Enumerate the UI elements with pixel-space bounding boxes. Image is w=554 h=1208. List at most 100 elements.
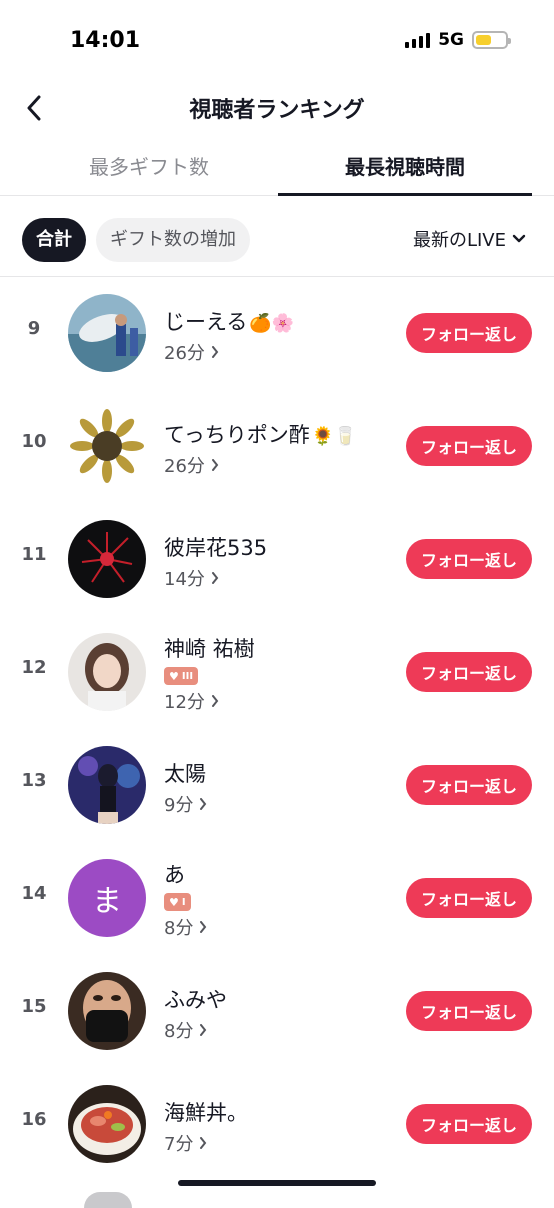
- username-emoji: 🌻🥛: [311, 426, 357, 447]
- chevron-right-icon: [200, 798, 207, 810]
- chevron-down-icon: [512, 234, 526, 243]
- list-item[interactable]: 12 神崎 祐樹 ♥ III 12分 フォロー返し: [0, 615, 554, 727]
- rank-number: 10: [21, 431, 47, 452]
- heart-icon: ♥: [169, 895, 179, 909]
- list-item[interactable]: 14 ま あ ♥ I 8分 フォロー返し: [0, 841, 554, 953]
- filter-gift-increase-chip[interactable]: ギフト数の増加: [96, 218, 250, 262]
- list-item[interactable]: 10 てっちりポン酢 🌻🥛 26分 フォロー返し: [0, 389, 554, 501]
- viewer-info: 神崎 祐樹 ♥ III 12分: [164, 633, 394, 714]
- list-item[interactable]: 9 じーえる 🍊🌸 26分 フォロー返し: [0, 276, 554, 388]
- page-title: 視聴者ランキング: [189, 98, 365, 123]
- rank-number: 16: [21, 1109, 47, 1130]
- viewer-info: あ ♥ I 8分: [164, 859, 394, 940]
- follow-back-button[interactable]: フォロー返し: [406, 539, 532, 579]
- viewer-info: 海鮮丼。 7分: [164, 1097, 394, 1156]
- rank-number: 9: [27, 318, 41, 339]
- avatar[interactable]: [68, 1085, 146, 1163]
- duration-text: 14分: [164, 569, 205, 590]
- duration-text: 8分: [164, 918, 194, 939]
- username: 海鮮丼。: [164, 1101, 248, 1125]
- viewer-info: ふみや 8分: [164, 984, 394, 1043]
- viewer-info: じーえる 🍊🌸 26分: [164, 306, 394, 365]
- rank-number: 12: [21, 657, 47, 678]
- tab-longest-watch-time[interactable]: 最長視聴時間: [278, 140, 532, 196]
- battery-icon: [472, 31, 511, 49]
- follow-back-button[interactable]: フォロー返し: [406, 765, 532, 805]
- username: じーえる: [164, 310, 248, 334]
- next-avatar-partial: [84, 1192, 132, 1208]
- follow-back-button[interactable]: フォロー返し: [406, 313, 532, 353]
- username: ふみや: [164, 988, 227, 1012]
- sort-dropdown[interactable]: 最新のLIVE: [413, 226, 526, 252]
- list-item[interactable]: 16 海鮮丼。 7分 フォロー返し: [0, 1067, 554, 1179]
- watch-duration[interactable]: 8分: [164, 1017, 394, 1043]
- chevron-right-icon: [200, 1024, 207, 1036]
- status-icons: 5G: [405, 30, 511, 50]
- username: あ: [164, 863, 185, 887]
- duration-text: 8分: [164, 1021, 194, 1042]
- duration-text: 12分: [164, 692, 205, 713]
- avatar[interactable]: [68, 746, 146, 824]
- follow-back-button[interactable]: フォロー返し: [406, 878, 532, 918]
- tab-most-gifts[interactable]: 最多ギフト数: [22, 140, 276, 196]
- chevron-right-icon: [211, 572, 219, 584]
- chevron-right-icon: [211, 346, 219, 358]
- username: 太陽: [164, 762, 206, 786]
- viewer-info: てっちりポン酢 🌻🥛 26分: [164, 419, 394, 478]
- tab-bar: 最多ギフト数 最長視聴時間: [0, 140, 554, 196]
- heart-icon: ♥: [169, 669, 179, 683]
- chevron-right-icon: [200, 921, 207, 933]
- follow-back-button[interactable]: フォロー返し: [406, 426, 532, 466]
- follow-back-button[interactable]: フォロー返し: [406, 1104, 532, 1144]
- home-indicator[interactable]: [178, 1180, 376, 1186]
- status-time: 14:01: [70, 28, 141, 53]
- avatar[interactable]: [68, 520, 146, 598]
- rank-number: 11: [21, 544, 47, 565]
- fan-level: I: [181, 896, 186, 908]
- chevron-right-icon: [211, 459, 219, 471]
- watch-duration[interactable]: 26分: [164, 452, 394, 478]
- status-bar: 14:01 5G: [0, 0, 554, 80]
- duration-text: 26分: [164, 343, 205, 364]
- follow-back-button[interactable]: フォロー返し: [406, 652, 532, 692]
- username-emoji: 🍊🌸: [249, 313, 295, 334]
- chevron-right-icon: [211, 695, 219, 707]
- avatar[interactable]: [68, 633, 146, 711]
- filter-total-chip[interactable]: 合計: [22, 218, 86, 262]
- rank-number: 15: [21, 996, 47, 1017]
- fan-level-badge: ♥ I: [164, 893, 191, 911]
- watch-duration[interactable]: 12分: [164, 688, 394, 714]
- rank-number: 13: [21, 770, 47, 791]
- avatar[interactable]: [68, 972, 146, 1050]
- duration-text: 7分: [164, 1134, 194, 1155]
- watch-duration[interactable]: 8分: [164, 914, 394, 940]
- avatar[interactable]: ま: [68, 859, 146, 937]
- viewer-info: 太陽 9分: [164, 758, 394, 817]
- fan-level: III: [181, 670, 194, 682]
- active-tab-indicator: [278, 193, 532, 196]
- chevron-right-icon: [200, 1137, 207, 1149]
- watch-duration[interactable]: 9分: [164, 791, 394, 817]
- username: 神崎 祐樹: [164, 637, 255, 661]
- avatar-initial: ま: [68, 859, 146, 937]
- list-item[interactable]: 15 ふみや 8分 フォロー返し: [0, 954, 554, 1066]
- avatar[interactable]: [68, 294, 146, 372]
- network-label: 5G: [438, 30, 464, 50]
- signal-icon: [405, 32, 431, 48]
- duration-text: 9分: [164, 795, 194, 816]
- viewer-info: 彼岸花535 14分: [164, 532, 394, 591]
- avatar[interactable]: [68, 407, 146, 485]
- watch-duration[interactable]: 14分: [164, 565, 394, 591]
- watch-duration[interactable]: 26分: [164, 339, 394, 365]
- username: てっちりポン酢: [164, 423, 310, 447]
- fan-level-badge: ♥ III: [164, 667, 199, 685]
- follow-back-button[interactable]: フォロー返し: [406, 991, 532, 1031]
- watch-duration[interactable]: 7分: [164, 1130, 394, 1156]
- list-item[interactable]: 11 彼岸花535 14分 フォロー返し: [0, 502, 554, 614]
- sort-label: 最新のLIVE: [412, 230, 506, 251]
- filter-bar: 合計 ギフト数の増加 最新のLIVE: [0, 216, 554, 264]
- nav-bar: 視聴者ランキング: [0, 80, 554, 136]
- rank-number: 14: [21, 883, 47, 904]
- username: 彼岸花535: [164, 536, 268, 560]
- list-item[interactable]: 13 太陽 9分 フォロー返し: [0, 728, 554, 840]
